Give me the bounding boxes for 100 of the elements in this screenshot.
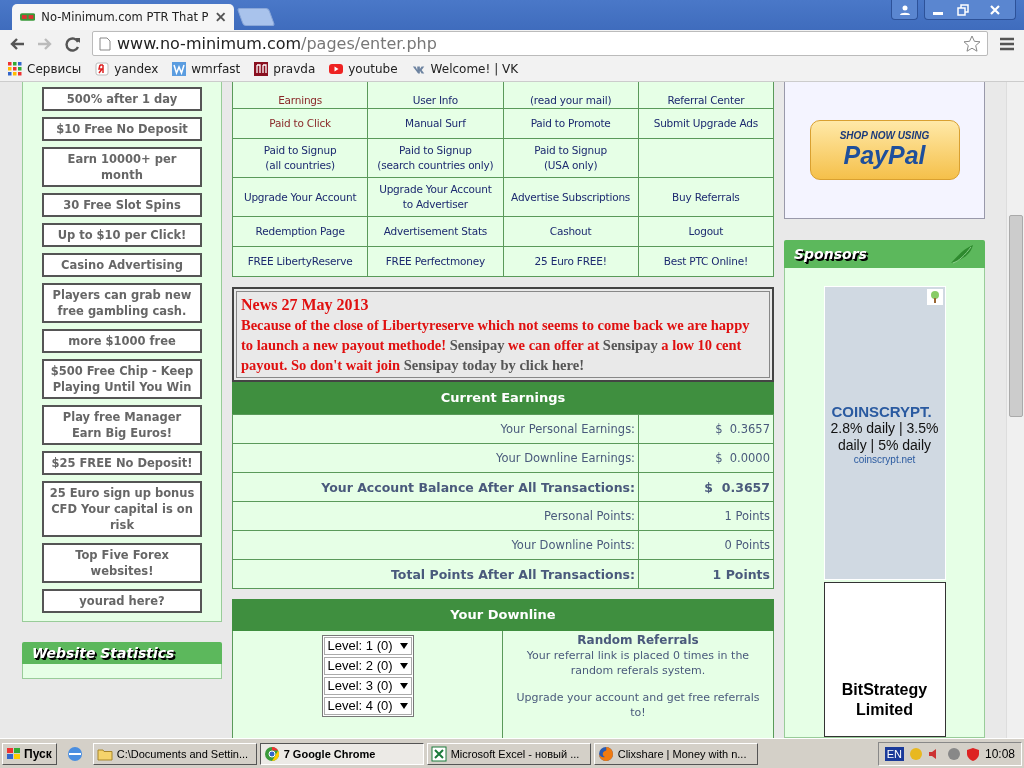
ad-link[interactable]: Play free Manager Earn Big Euros! — [42, 405, 202, 445]
menu-link[interactable]: Cashout — [503, 216, 639, 247]
youtube-icon — [329, 62, 344, 76]
menu-link[interactable]: (read your mail) — [503, 82, 639, 109]
caret-icon — [399, 703, 408, 709]
banner-ad[interactable]: BitStrategy Limited — [823, 581, 946, 737]
menu-link[interactable]: Submit Upgrade Ads — [638, 108, 774, 139]
label-cell: Total Points After All Transactions: — [232, 559, 639, 589]
pravda-icon — [254, 62, 269, 76]
ad-link[interactable]: Casino Advertising — [42, 253, 202, 277]
caret-icon — [399, 663, 408, 669]
label-cell: Personal Points: — [232, 501, 639, 531]
ad-link[interactable]: $10 Free No Deposit — [42, 117, 202, 141]
taskbar-button[interactable]: Clixshare | Money with n... — [593, 742, 758, 765]
menu-link[interactable]: Earnings — [232, 82, 368, 109]
address-field[interactable]: www.no-minimum.com/pages/enter.php — [92, 31, 988, 56]
menu-link[interactable]: Redemption Page — [232, 216, 368, 247]
browser-tab[interactable]: No-Minimum.com PTR That P — [12, 4, 234, 30]
level-dropdown[interactable]: Level: 2 (0) — [323, 657, 412, 675]
news-title: News 27 May 2013 — [241, 295, 370, 315]
value-cell: $ 0.3657 — [638, 414, 774, 444]
menu-link[interactable]: Logout — [638, 216, 774, 247]
windows-icon — [7, 747, 21, 760]
section-header: Current Earnings — [232, 382, 774, 414]
menu-link[interactable]: Upgrade Your Account — [232, 177, 368, 217]
yandex-icon — [95, 62, 110, 76]
ad-link[interactable]: Up to $10 per Click! — [42, 223, 202, 247]
scrollbar-thumb[interactable] — [1009, 215, 1023, 417]
language-indicator[interactable]: EN — [884, 746, 904, 761]
bookmark-link[interactable]: wmrfast — [191, 62, 241, 76]
close-icon[interactable] — [214, 11, 226, 23]
ad-link[interactable]: 30 Free Slot Spins — [42, 193, 202, 217]
menu-link[interactable]: Advertise Subscriptions — [503, 177, 639, 217]
ad-link[interactable]: Earn 10000+ per month — [42, 147, 202, 187]
menu-link[interactable]: 25 Euro FREE! — [503, 246, 639, 277]
taskbar-button[interactable]: C:\Documents and Settin... — [92, 742, 257, 765]
wmr-icon — [172, 62, 187, 76]
label-cell: Your Downline Points: — [232, 530, 639, 560]
ad-link[interactable]: yourad here? — [42, 589, 202, 613]
menu-link[interactable]: FREE LibertyReserve — [232, 246, 368, 277]
bookmark-link[interactable]: youtube — [348, 62, 398, 76]
firefox-icon — [597, 745, 614, 762]
value-cell: 1 Points — [638, 501, 774, 531]
referral-text: Your referral link is placed 0 times in the random referals system. — [525, 648, 751, 678]
spreadsheet-icon — [430, 745, 447, 762]
scrollbar[interactable] — [1006, 82, 1024, 738]
menu-link[interactable]: Advertisement Stats — [367, 216, 503, 247]
menu-link[interactable]: Best PTC Online! — [638, 246, 774, 277]
bookmark-link[interactable]: pravda — [273, 62, 316, 76]
value-cell: 0 Points — [638, 530, 774, 560]
new-tab-button[interactable] — [236, 8, 276, 26]
label-cell: Your Downline Earnings: — [232, 443, 639, 473]
menu-link[interactable]: Paid to Promote — [503, 108, 639, 139]
shield-icon[interactable] — [965, 746, 980, 761]
section-header: Website Statistics — [22, 642, 222, 664]
menu-link[interactable]: Referral Center — [638, 82, 774, 109]
menu-link[interactable]: Paid to Click — [232, 108, 368, 139]
clock: 10:08 — [984, 746, 1015, 761]
bookmark-link[interactable]: yandex — [114, 62, 159, 76]
level-dropdown[interactable]: Level: 3 (0) — [323, 677, 412, 695]
ad-link[interactable]: $500 Free Chip - Keep Playing Until You Win — [42, 359, 202, 399]
page-icon — [99, 36, 111, 51]
ad-link[interactable]: Players can grab new free gambling cash. — [42, 283, 202, 323]
ad-domain: coinscrypt.net — [852, 454, 917, 465]
bookmark-link[interactable]: Welcome! | VK — [430, 62, 519, 76]
paypal-badge[interactable]: SHOP NOW USING PayPal — [809, 120, 960, 180]
label-cell: Your Personal Earnings: — [232, 414, 639, 444]
taskbar-button[interactable]: Microsoft Excel - новый ... — [426, 742, 591, 765]
menu-link[interactable]: Paid to Signup (all countries) — [232, 138, 368, 178]
start-button[interactable]: Пуск — [2, 742, 57, 765]
banner-ad[interactable]: COINSCRYPT. 2.8% daily | 3.5% daily | 5% daily coinscrypt.net — [823, 286, 946, 580]
ad-title: COINSCRYPT. — [830, 403, 933, 420]
value-cell: 1 Points — [638, 559, 774, 589]
level-dropdown[interactable]: Level: 1 (0) — [323, 637, 412, 655]
bookmark-link[interactable]: Сервисы — [27, 62, 82, 76]
ad-link[interactable]: 500% after 1 day — [42, 87, 202, 111]
reload-icon[interactable] — [64, 34, 82, 53]
menu-link[interactable]: Manual Surf — [367, 108, 503, 139]
section-header: Sponsors — [784, 240, 985, 268]
news-text: Because of the close of Libertyreserve which not seems to come back we are happy to launch a new payout methode! Sensipay we can offer at Sensipay a low 10 cent payout. So don't wait join Sensipay today by click here! — [241, 316, 751, 375]
menu-link[interactable]: Upgrade Your Account to Advertiser — [367, 177, 503, 217]
chrome-icon — [263, 745, 280, 762]
caret-icon — [399, 643, 408, 649]
ad-link[interactable]: $25 FREE No Deposit! — [42, 451, 202, 475]
menu-link[interactable]: FREE Perfectmoney — [367, 246, 503, 277]
leaf-icon — [949, 243, 975, 265]
value-cell: $ 0.3657 — [638, 472, 774, 502]
menu-link[interactable]: Paid to Signup (USA only) — [503, 138, 639, 178]
ad-link[interactable]: more $1000 free — [42, 329, 202, 353]
random-referrals-title: Random Referrals — [576, 633, 700, 648]
taskbar-button[interactable]: 7 Google Chrome — [259, 742, 424, 765]
ad-link[interactable]: Top Five Forex websites! — [42, 543, 202, 583]
ad-link[interactable]: 25 Euro sign up bonus CFD Your capital is on risk — [42, 481, 202, 537]
level-dropdown[interactable]: Level: 4 (0) — [323, 697, 412, 715]
menu-link[interactable]: User Info — [367, 82, 503, 109]
menu-link[interactable]: Buy Referrals — [638, 177, 774, 217]
upgrade-text: Upgrade your account and get free referrals to! — [515, 690, 761, 720]
menu-link[interactable]: Paid to Signup (search countries only) — [367, 138, 503, 178]
star-icon[interactable] — [963, 34, 981, 53]
label-cell: Your Account Balance After All Transactions: — [232, 472, 639, 502]
